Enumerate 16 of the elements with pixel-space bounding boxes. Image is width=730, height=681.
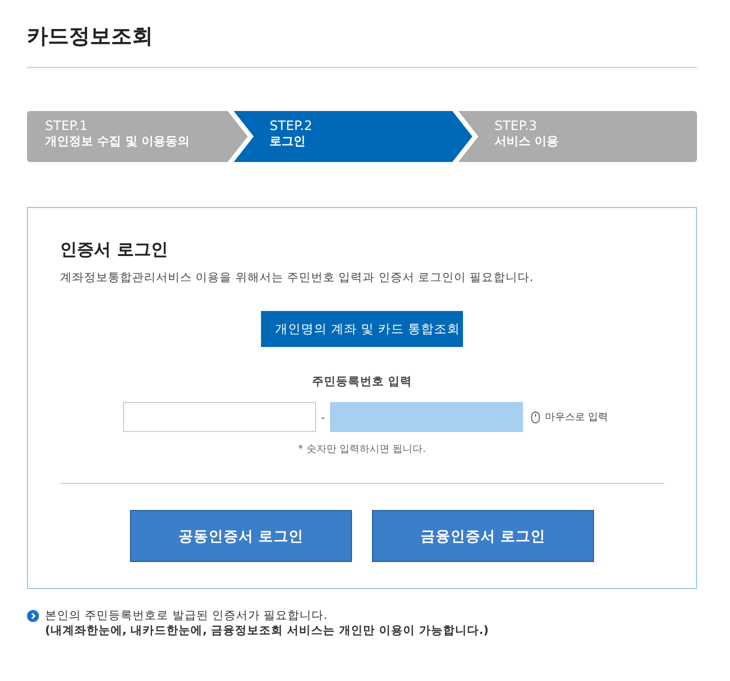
login-button[interactable]: 금융인증서 로그인 (372, 510, 594, 562)
id-back-field[interactable] (330, 402, 523, 432)
mouse-input-link[interactable]: 마우스로 입력 (528, 410, 608, 424)
notice-text: (내계좌한눈에, 내카드한눈에, 금융정보조회 서비스는 개인만 이용이 가능합니다.) (45, 623, 489, 638)
separator: - (320, 410, 326, 424)
chevron-bullet-icon (27, 610, 39, 622)
page-title: 카드정보조회 (27, 23, 154, 50)
login-button[interactable]: 공동인증서 로그인 (130, 510, 352, 562)
id-front-field[interactable] (123, 402, 316, 432)
input-hint: * 숫자만 입력하시면 됩니다. (298, 443, 426, 456)
mouse-icon (528, 410, 542, 424)
id-label: 주민등록번호 입력 (312, 374, 412, 389)
card-title: 인증서 로그인 (60, 239, 168, 261)
card-description: 계좌정보통합관리서비스 이용을 위해서는 주민번호 입력과 인증서 로그인이 필요합니다. (60, 270, 534, 285)
notice-text: 본인의 주민등록번호로 발급된 인증서가 필요합니다. (45, 608, 328, 623)
lookup-button[interactable]: 개인명의 계좌 및 카드 통합조회 (261, 311, 463, 347)
